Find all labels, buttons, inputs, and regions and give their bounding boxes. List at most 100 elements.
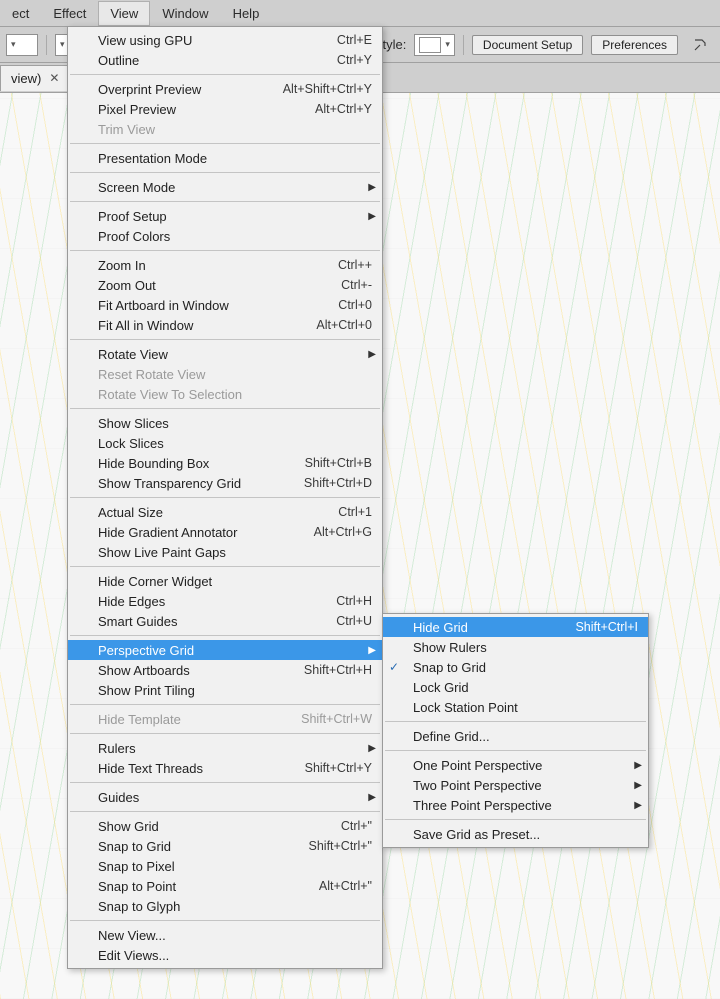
menu-item-define-grid[interactable]: Define Grid... xyxy=(383,726,648,746)
menu-item-pixel-preview[interactable]: Pixel PreviewAlt+Ctrl+Y xyxy=(68,99,382,119)
menu-item-shortcut: Alt+Ctrl+Y xyxy=(305,102,372,116)
menu-item-zoom-in[interactable]: Zoom InCtrl++ xyxy=(68,255,382,275)
menu-item-label: Snap to Grid xyxy=(413,660,638,675)
menu-item-view-using-gpu[interactable]: View using GPUCtrl+E xyxy=(68,30,382,50)
menu-item-snap-to-grid[interactable]: ✓ Snap to Grid xyxy=(383,657,648,677)
menu-item-show-rulers[interactable]: Show Rulers xyxy=(383,637,648,657)
menu-item-three-point-perspective[interactable]: Three Point Perspective▶ xyxy=(383,795,648,815)
menu-item-reset-rotate-view: Reset Rotate View xyxy=(68,364,382,384)
style-select[interactable]: ▾ xyxy=(414,34,455,56)
menu-item-shortcut: Ctrl++ xyxy=(328,258,372,272)
menu-item-show-transparency-grid[interactable]: Show Transparency GridShift+Ctrl+D xyxy=(68,473,382,493)
chevron-right-icon: ▶ xyxy=(368,743,376,754)
menu-item-save-grid-as-preset[interactable]: Save Grid as Preset... xyxy=(383,824,648,844)
menu-item-label: Snap to Glyph xyxy=(98,899,372,914)
menu-item-label: Rulers xyxy=(98,741,372,756)
menu-item-fit-all-in-window[interactable]: Fit All in WindowAlt+Ctrl+0 xyxy=(68,315,382,335)
menu-item-label: Reset Rotate View xyxy=(98,367,372,382)
menu-item-label: Define Grid... xyxy=(413,729,638,744)
preferences-button[interactable]: Preferences xyxy=(591,35,678,55)
menubar-item-window[interactable]: Window xyxy=(150,1,220,26)
menu-item-label: Show Grid xyxy=(98,819,331,834)
document-setup-button[interactable]: Document Setup xyxy=(472,35,583,55)
menu-separator xyxy=(70,74,380,75)
menu-item-hide-gradient-annotator[interactable]: Hide Gradient AnnotatorAlt+Ctrl+G xyxy=(68,522,382,542)
menu-item-show-print-tiling[interactable]: Show Print Tiling xyxy=(68,680,382,700)
menu-separator xyxy=(385,819,646,820)
menu-item-rulers[interactable]: Rulers▶ xyxy=(68,738,382,758)
menu-item-label: Hide Corner Widget xyxy=(98,574,372,589)
menu-item-label: Smart Guides xyxy=(98,614,326,629)
document-tab[interactable]: view) ✕ xyxy=(0,65,68,91)
menu-item-presentation-mode[interactable]: Presentation Mode xyxy=(68,148,382,168)
menu-item-perspective-grid[interactable]: Perspective Grid▶ xyxy=(68,640,382,660)
menu-item-overprint-preview[interactable]: Overprint PreviewAlt+Shift+Ctrl+Y xyxy=(68,79,382,99)
menubar-item-effect[interactable]: Effect xyxy=(41,1,98,26)
menu-item-shortcut: Ctrl+H xyxy=(326,594,372,608)
menu-item-screen-mode[interactable]: Screen Mode▶ xyxy=(68,177,382,197)
menu-item-proof-setup[interactable]: Proof Setup▶ xyxy=(68,206,382,226)
menu-item-trim-view: Trim View xyxy=(68,119,382,139)
menu-separator xyxy=(70,497,380,498)
menu-item-fit-artboard-in-window[interactable]: Fit Artboard in WindowCtrl+0 xyxy=(68,295,382,315)
chevron-right-icon: ▶ xyxy=(368,349,376,360)
menubar-item-help[interactable]: Help xyxy=(221,1,272,26)
menu-item-edit-views[interactable]: Edit Views... xyxy=(68,945,382,965)
chevron-right-icon: ▶ xyxy=(368,792,376,803)
menu-separator xyxy=(70,250,380,251)
menu-item-label: Show Rulers xyxy=(413,640,638,655)
menu-item-label: Three Point Perspective xyxy=(413,798,638,813)
menu-item-snap-to-grid[interactable]: Snap to GridShift+Ctrl+" xyxy=(68,836,382,856)
menu-item-snap-to-glyph[interactable]: Snap to Glyph xyxy=(68,896,382,916)
menu-item-hide-grid[interactable]: Hide GridShift+Ctrl+I xyxy=(383,617,648,637)
menu-item-show-artboards[interactable]: Show ArtboardsShift+Ctrl+H xyxy=(68,660,382,680)
menu-item-one-point-perspective[interactable]: One Point Perspective▶ xyxy=(383,755,648,775)
menu-item-lock-slices[interactable]: Lock Slices xyxy=(68,433,382,453)
menubar-item-view[interactable]: View xyxy=(98,1,150,26)
menu-item-hide-text-threads[interactable]: Hide Text ThreadsShift+Ctrl+Y xyxy=(68,758,382,778)
menu-item-label: Screen Mode xyxy=(98,180,372,195)
menu-item-shortcut: Shift+Ctrl+H xyxy=(294,663,372,677)
menu-separator xyxy=(70,920,380,921)
pin-icon[interactable] xyxy=(686,34,714,56)
menu-item-hide-edges[interactable]: Hide EdgesCtrl+H xyxy=(68,591,382,611)
menu-item-label: Zoom Out xyxy=(98,278,331,293)
menu-item-show-live-paint-gaps[interactable]: Show Live Paint Gaps xyxy=(68,542,382,562)
menu-item-guides[interactable]: Guides▶ xyxy=(68,787,382,807)
menu-item-hide-corner-widget[interactable]: Hide Corner Widget xyxy=(68,571,382,591)
menu-item-snap-to-point[interactable]: Snap to PointAlt+Ctrl+" xyxy=(68,876,382,896)
menu-separator xyxy=(70,782,380,783)
menu-item-rotate-view[interactable]: Rotate View▶ xyxy=(68,344,382,364)
chevron-down-icon: ▾ xyxy=(11,39,16,50)
close-icon[interactable]: ✕ xyxy=(49,71,59,85)
menubar-item-select-truncated[interactable]: ect xyxy=(0,1,41,26)
opacity-select[interactable]: ▾ xyxy=(6,34,38,56)
menu-separator xyxy=(70,201,380,202)
menu-item-actual-size[interactable]: Actual SizeCtrl+1 xyxy=(68,502,382,522)
menu-item-smart-guides[interactable]: Smart GuidesCtrl+U xyxy=(68,611,382,631)
menu-item-hide-template: Hide TemplateShift+Ctrl+W xyxy=(68,709,382,729)
menu-item-proof-colors[interactable]: Proof Colors xyxy=(68,226,382,246)
menu-item-label: Hide Grid xyxy=(413,620,565,635)
menu-item-shortcut: Alt+Shift+Ctrl+Y xyxy=(273,82,372,96)
chevron-right-icon: ▶ xyxy=(368,211,376,222)
menu-item-lock-grid[interactable]: Lock Grid xyxy=(383,677,648,697)
menu-item-label: Proof Colors xyxy=(98,229,372,244)
menu-item-snap-to-pixel[interactable]: Snap to Pixel xyxy=(68,856,382,876)
menu-item-lock-station-point[interactable]: Lock Station Point xyxy=(383,697,648,717)
check-icon: ✓ xyxy=(389,660,399,674)
menu-item-outline[interactable]: OutlineCtrl+Y xyxy=(68,50,382,70)
menu-item-hide-bounding-box[interactable]: Hide Bounding BoxShift+Ctrl+B xyxy=(68,453,382,473)
menu-item-show-slices[interactable]: Show Slices xyxy=(68,413,382,433)
menu-item-label: Presentation Mode xyxy=(98,151,372,166)
menu-item-label: Proof Setup xyxy=(98,209,372,224)
menu-item-shortcut: Shift+Ctrl+W xyxy=(291,712,372,726)
menu-item-show-grid[interactable]: Show GridCtrl+" xyxy=(68,816,382,836)
menu-item-label: Rotate View xyxy=(98,347,372,362)
menu-item-label: Hide Edges xyxy=(98,594,326,609)
menu-item-shortcut: Ctrl+- xyxy=(331,278,372,292)
menu-item-two-point-perspective[interactable]: Two Point Perspective▶ xyxy=(383,775,648,795)
menu-item-label: Show Artboards xyxy=(98,663,294,678)
menu-item-new-view[interactable]: New View... xyxy=(68,925,382,945)
menu-item-zoom-out[interactable]: Zoom OutCtrl+- xyxy=(68,275,382,295)
